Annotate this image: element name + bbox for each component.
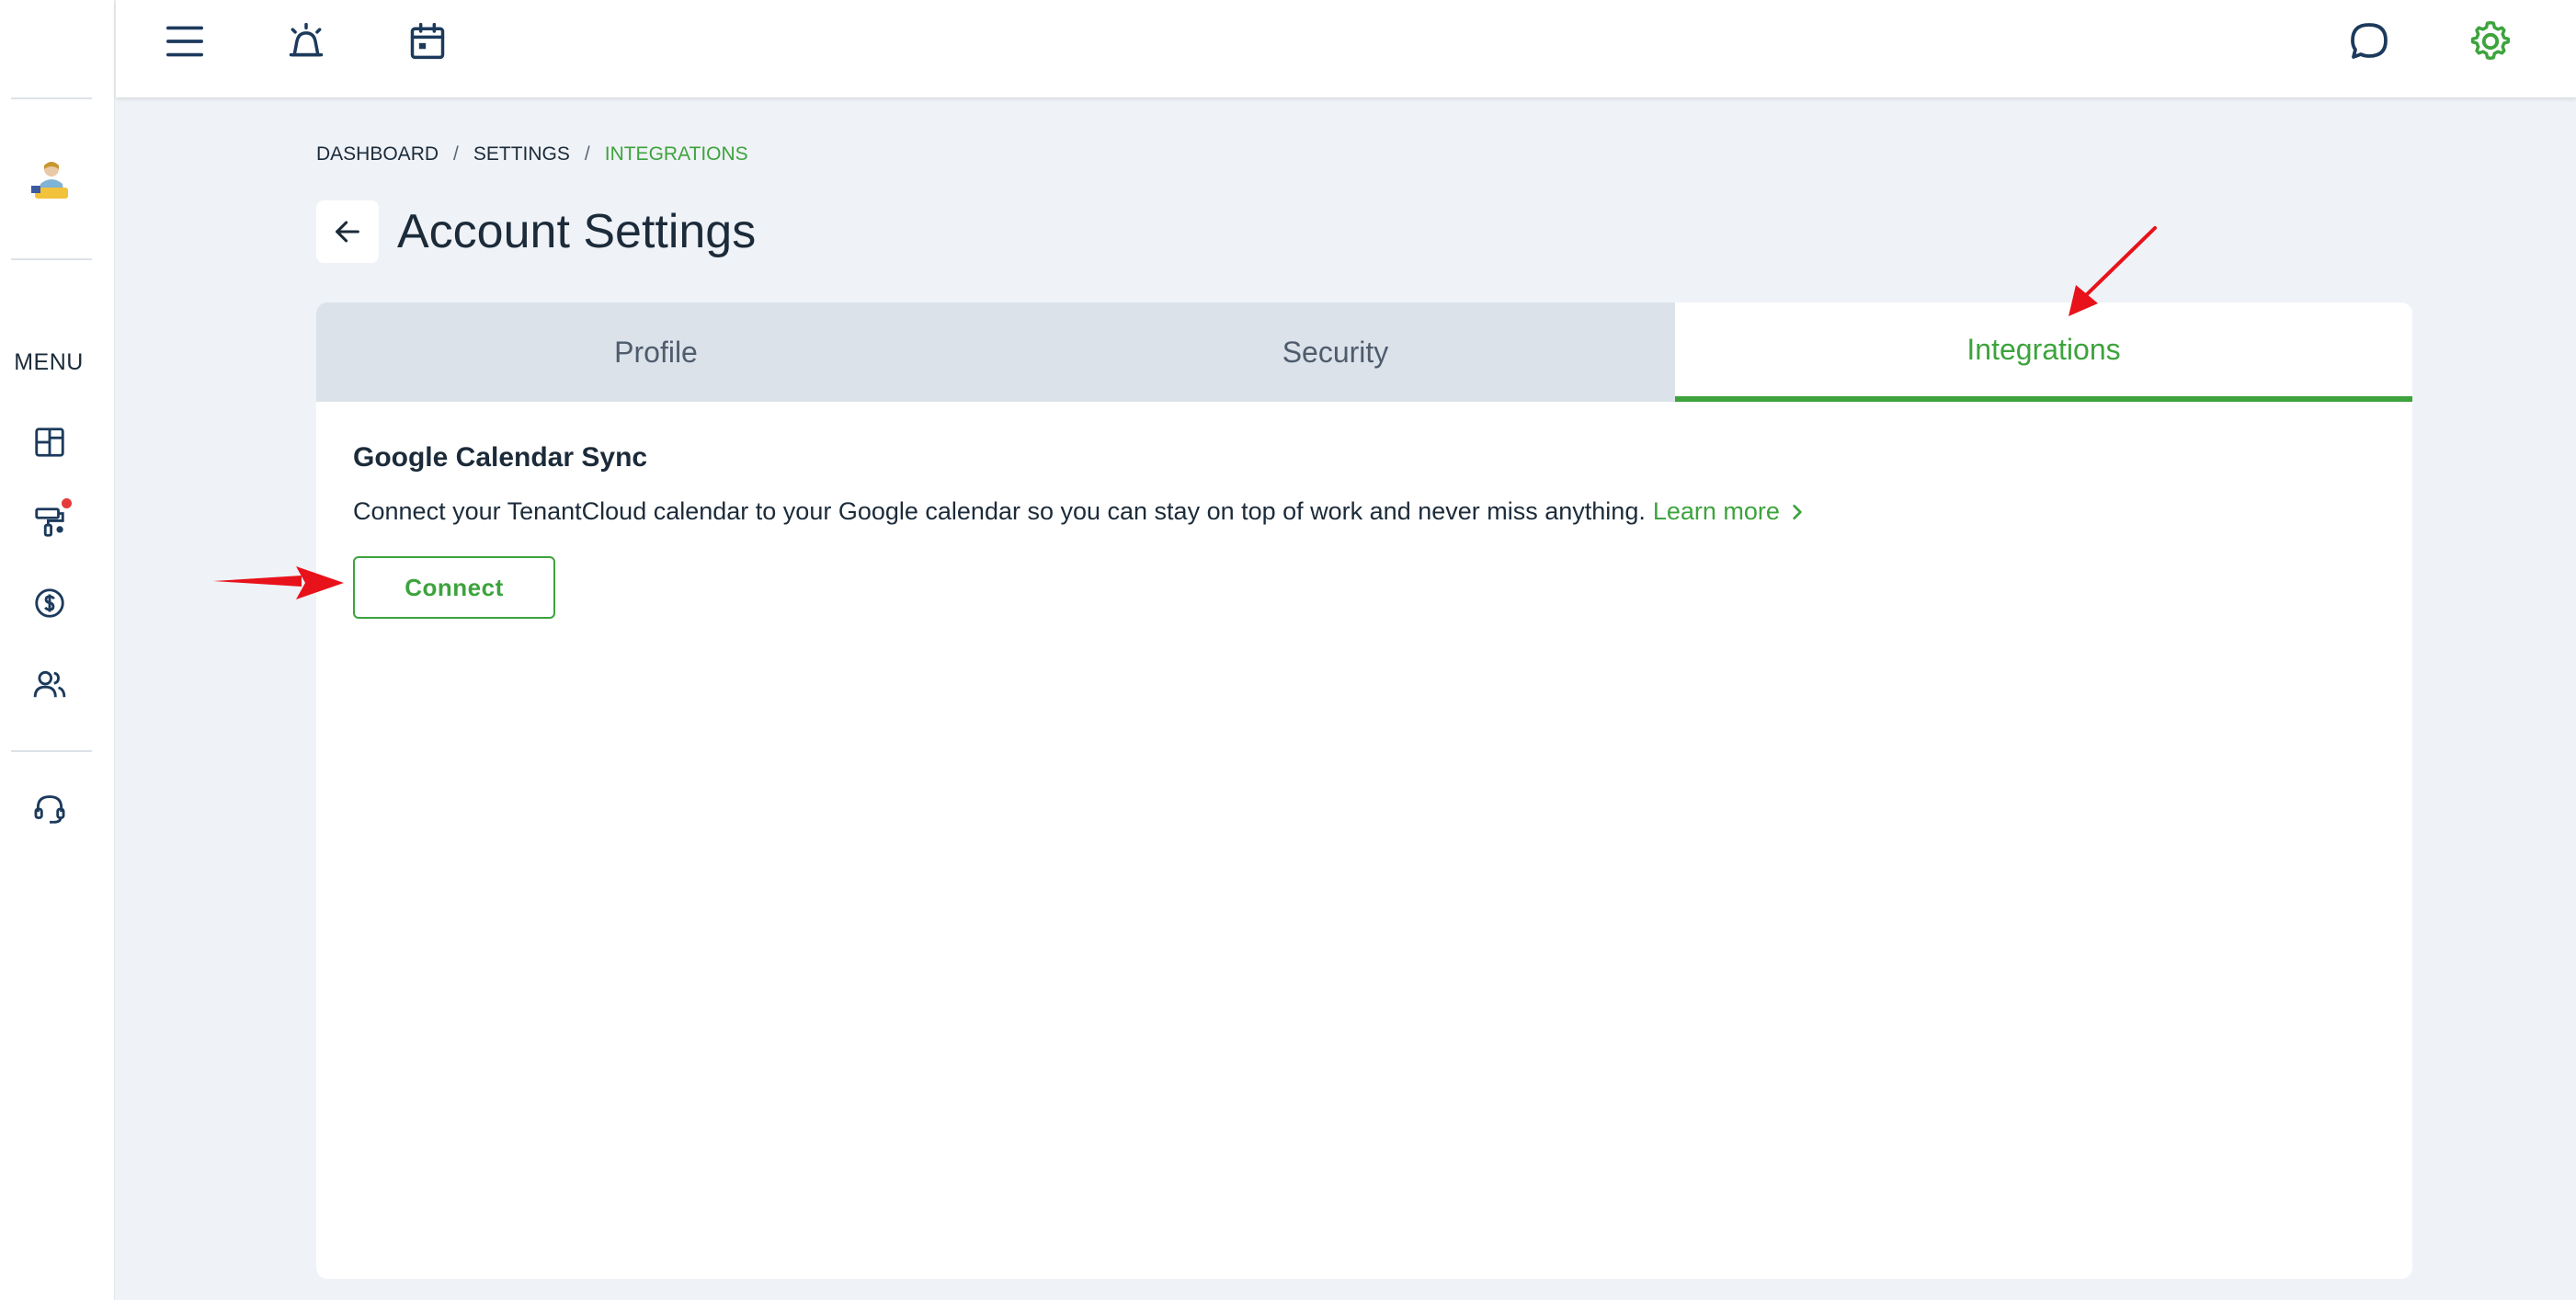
dashboard-icon[interactable] xyxy=(29,422,70,462)
contacts-icon[interactable] xyxy=(29,664,70,704)
menu-label: MENU xyxy=(14,349,84,375)
integration-description: Connect your TenantCloud calendar to you… xyxy=(353,497,1646,525)
learn-more-label: Learn more xyxy=(1652,497,1780,525)
integration-description-row: Connect your TenantCloud calendar to you… xyxy=(353,497,2376,526)
breadcrumb: DASHBOARD / SETTINGS / INTEGRATIONS xyxy=(316,143,748,165)
sidebar: MENU xyxy=(0,0,115,1300)
page-title: Account Settings xyxy=(397,205,757,258)
sidebar-divider xyxy=(11,258,92,260)
breadcrumb-separator: / xyxy=(584,143,590,165)
tab-security[interactable]: Security xyxy=(996,302,1675,402)
tab-profile[interactable]: Profile xyxy=(316,302,996,402)
back-button[interactable] xyxy=(316,200,379,263)
breadcrumb-dashboard[interactable]: DASHBOARD xyxy=(316,143,439,165)
notification-dot xyxy=(62,498,72,508)
breadcrumb-separator: / xyxy=(453,143,459,165)
connect-button[interactable]: Connect xyxy=(353,556,555,619)
learn-more-link[interactable]: Learn more xyxy=(1653,497,1804,526)
support-icon[interactable] xyxy=(29,789,70,829)
sidebar-divider xyxy=(11,750,92,752)
breadcrumb-settings[interactable]: SETTINGS xyxy=(473,143,570,165)
breadcrumb-integrations: INTEGRATIONS xyxy=(604,143,748,165)
accounting-icon[interactable] xyxy=(29,583,70,623)
maintenance-icon[interactable] xyxy=(29,498,72,542)
settings-card: Profile Security Integrations Google Cal… xyxy=(316,302,2412,1279)
sidebar-divider xyxy=(11,97,92,99)
settings-tabs: Profile Security Integrations xyxy=(316,302,2412,402)
integration-section: Google Calendar Sync Connect your Tenant… xyxy=(353,442,2376,526)
tab-integrations[interactable]: Integrations xyxy=(1675,302,2412,402)
section-title: Google Calendar Sync xyxy=(353,442,648,473)
menu-icon[interactable] xyxy=(162,18,208,64)
top-bar xyxy=(116,0,2576,97)
chevron-right-icon xyxy=(1793,504,1802,519)
avatar[interactable] xyxy=(26,156,77,213)
arrow-left-icon xyxy=(336,221,359,243)
calendar-icon[interactable] xyxy=(405,18,450,64)
chat-icon[interactable] xyxy=(2346,18,2392,64)
alarm-icon[interactable] xyxy=(283,18,329,64)
settings-gear-icon[interactable] xyxy=(2468,18,2513,64)
